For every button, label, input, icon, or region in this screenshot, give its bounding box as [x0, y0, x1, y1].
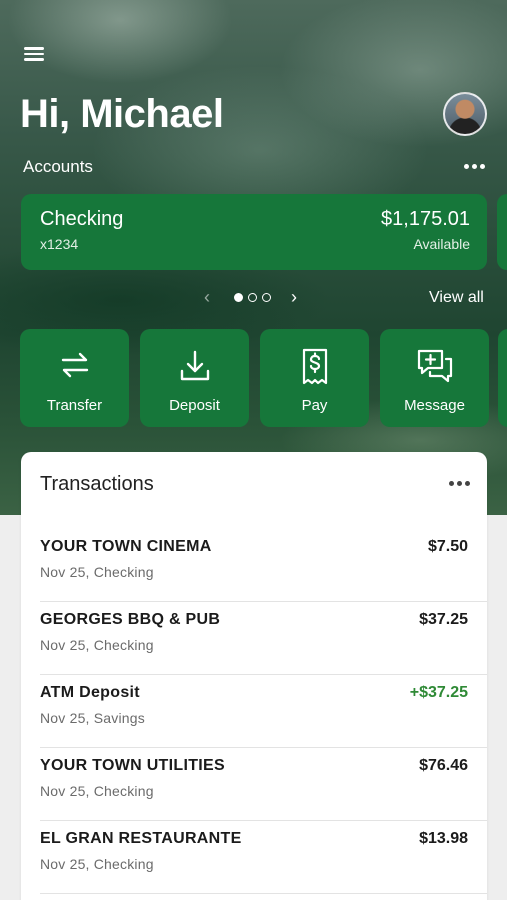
- chat-bubble-plus-icon: [417, 349, 452, 383]
- transaction-row[interactable]: EL GRAN RESTAURANTE Nov 25, Checking $13…: [21, 821, 487, 894]
- accounts-pager: ‹ ›: [200, 288, 310, 308]
- account-balance: $1,175.01: [381, 208, 470, 230]
- transfer-button[interactable]: Transfer: [20, 329, 129, 427]
- pay-button[interactable]: Pay: [260, 329, 369, 427]
- transaction-amount: $13.98: [419, 830, 468, 847]
- account-name: Checking: [40, 208, 124, 230]
- message-label: Message: [404, 397, 465, 414]
- pager-dot-1: [234, 293, 243, 302]
- transaction-name: EL GRAN RESTAURANTE: [40, 830, 242, 847]
- download-tray-icon: [180, 350, 209, 381]
- transactions-more-icon[interactable]: [449, 481, 470, 486]
- transaction-details: Nov 25, Checking: [40, 783, 154, 799]
- transaction-name: GEORGES BBQ & PUB: [40, 611, 221, 628]
- message-button[interactable]: Message: [380, 329, 489, 427]
- transactions-title: Transactions: [40, 473, 154, 495]
- deposit-label: Deposit: [169, 397, 220, 414]
- deposit-button[interactable]: Deposit: [140, 329, 249, 427]
- next-account-card-peek[interactable]: [497, 194, 507, 270]
- transaction-name: YOUR TOWN UTILITIES: [40, 757, 225, 774]
- transaction-details: Nov 25, Savings: [40, 710, 145, 726]
- transaction-row[interactable]: GEORGES BBQ & PUB Nov 25, Checking $37.2…: [21, 602, 487, 675]
- account-card-checking[interactable]: Checking x1234 $1,175.01 Available: [21, 194, 487, 270]
- accounts-section-label: Accounts: [23, 157, 93, 176]
- transaction-amount-positive: +$37.25: [409, 684, 468, 701]
- transaction-row[interactable]: YOUR TOWN CINEMA Nov 25, Checking $7.50: [21, 529, 487, 602]
- transaction-name: YOUR TOWN CINEMA: [40, 538, 212, 555]
- chevron-left-icon[interactable]: ‹: [204, 288, 210, 306]
- row-divider: [40, 893, 487, 894]
- account-balance-label: Available: [413, 236, 470, 252]
- hamburger-menu-icon[interactable]: [24, 44, 46, 64]
- transaction-name: ATM Deposit: [40, 684, 140, 701]
- bill-receipt-icon: [302, 348, 327, 385]
- transaction-row[interactable]: YOUR TOWN UTILITIES Nov 25, Checking $76…: [21, 748, 487, 821]
- transaction-amount: $37.25: [419, 611, 468, 628]
- chevron-right-icon[interactable]: ›: [291, 288, 297, 306]
- transaction-details: Nov 25, Checking: [40, 564, 154, 580]
- user-avatar[interactable]: [443, 92, 487, 136]
- accounts-more-icon[interactable]: [464, 164, 485, 169]
- transaction-details: Nov 25, Checking: [40, 637, 154, 653]
- view-all-link[interactable]: View all: [429, 289, 484, 307]
- pay-label: Pay: [301, 397, 328, 414]
- transaction-row[interactable]: ATM Deposit Nov 25, Savings +$37.25: [21, 675, 487, 748]
- transfer-label: Transfer: [46, 397, 103, 414]
- account-number: x1234: [40, 236, 79, 252]
- transactions-card: Transactions YOUR TOWN CINEMA Nov 25, Ch…: [21, 452, 487, 900]
- transfer-arrows-icon: [61, 352, 88, 378]
- pager-dot-3: [262, 293, 271, 302]
- transaction-amount: $7.50: [427, 538, 468, 555]
- transaction-details: Nov 25, Checking: [40, 856, 154, 872]
- pager-dot-2: [248, 293, 257, 302]
- transaction-amount: $76.46: [419, 757, 468, 774]
- greeting-title: Hi, Michael: [20, 92, 224, 136]
- more-actions-peek[interactable]: [498, 329, 507, 427]
